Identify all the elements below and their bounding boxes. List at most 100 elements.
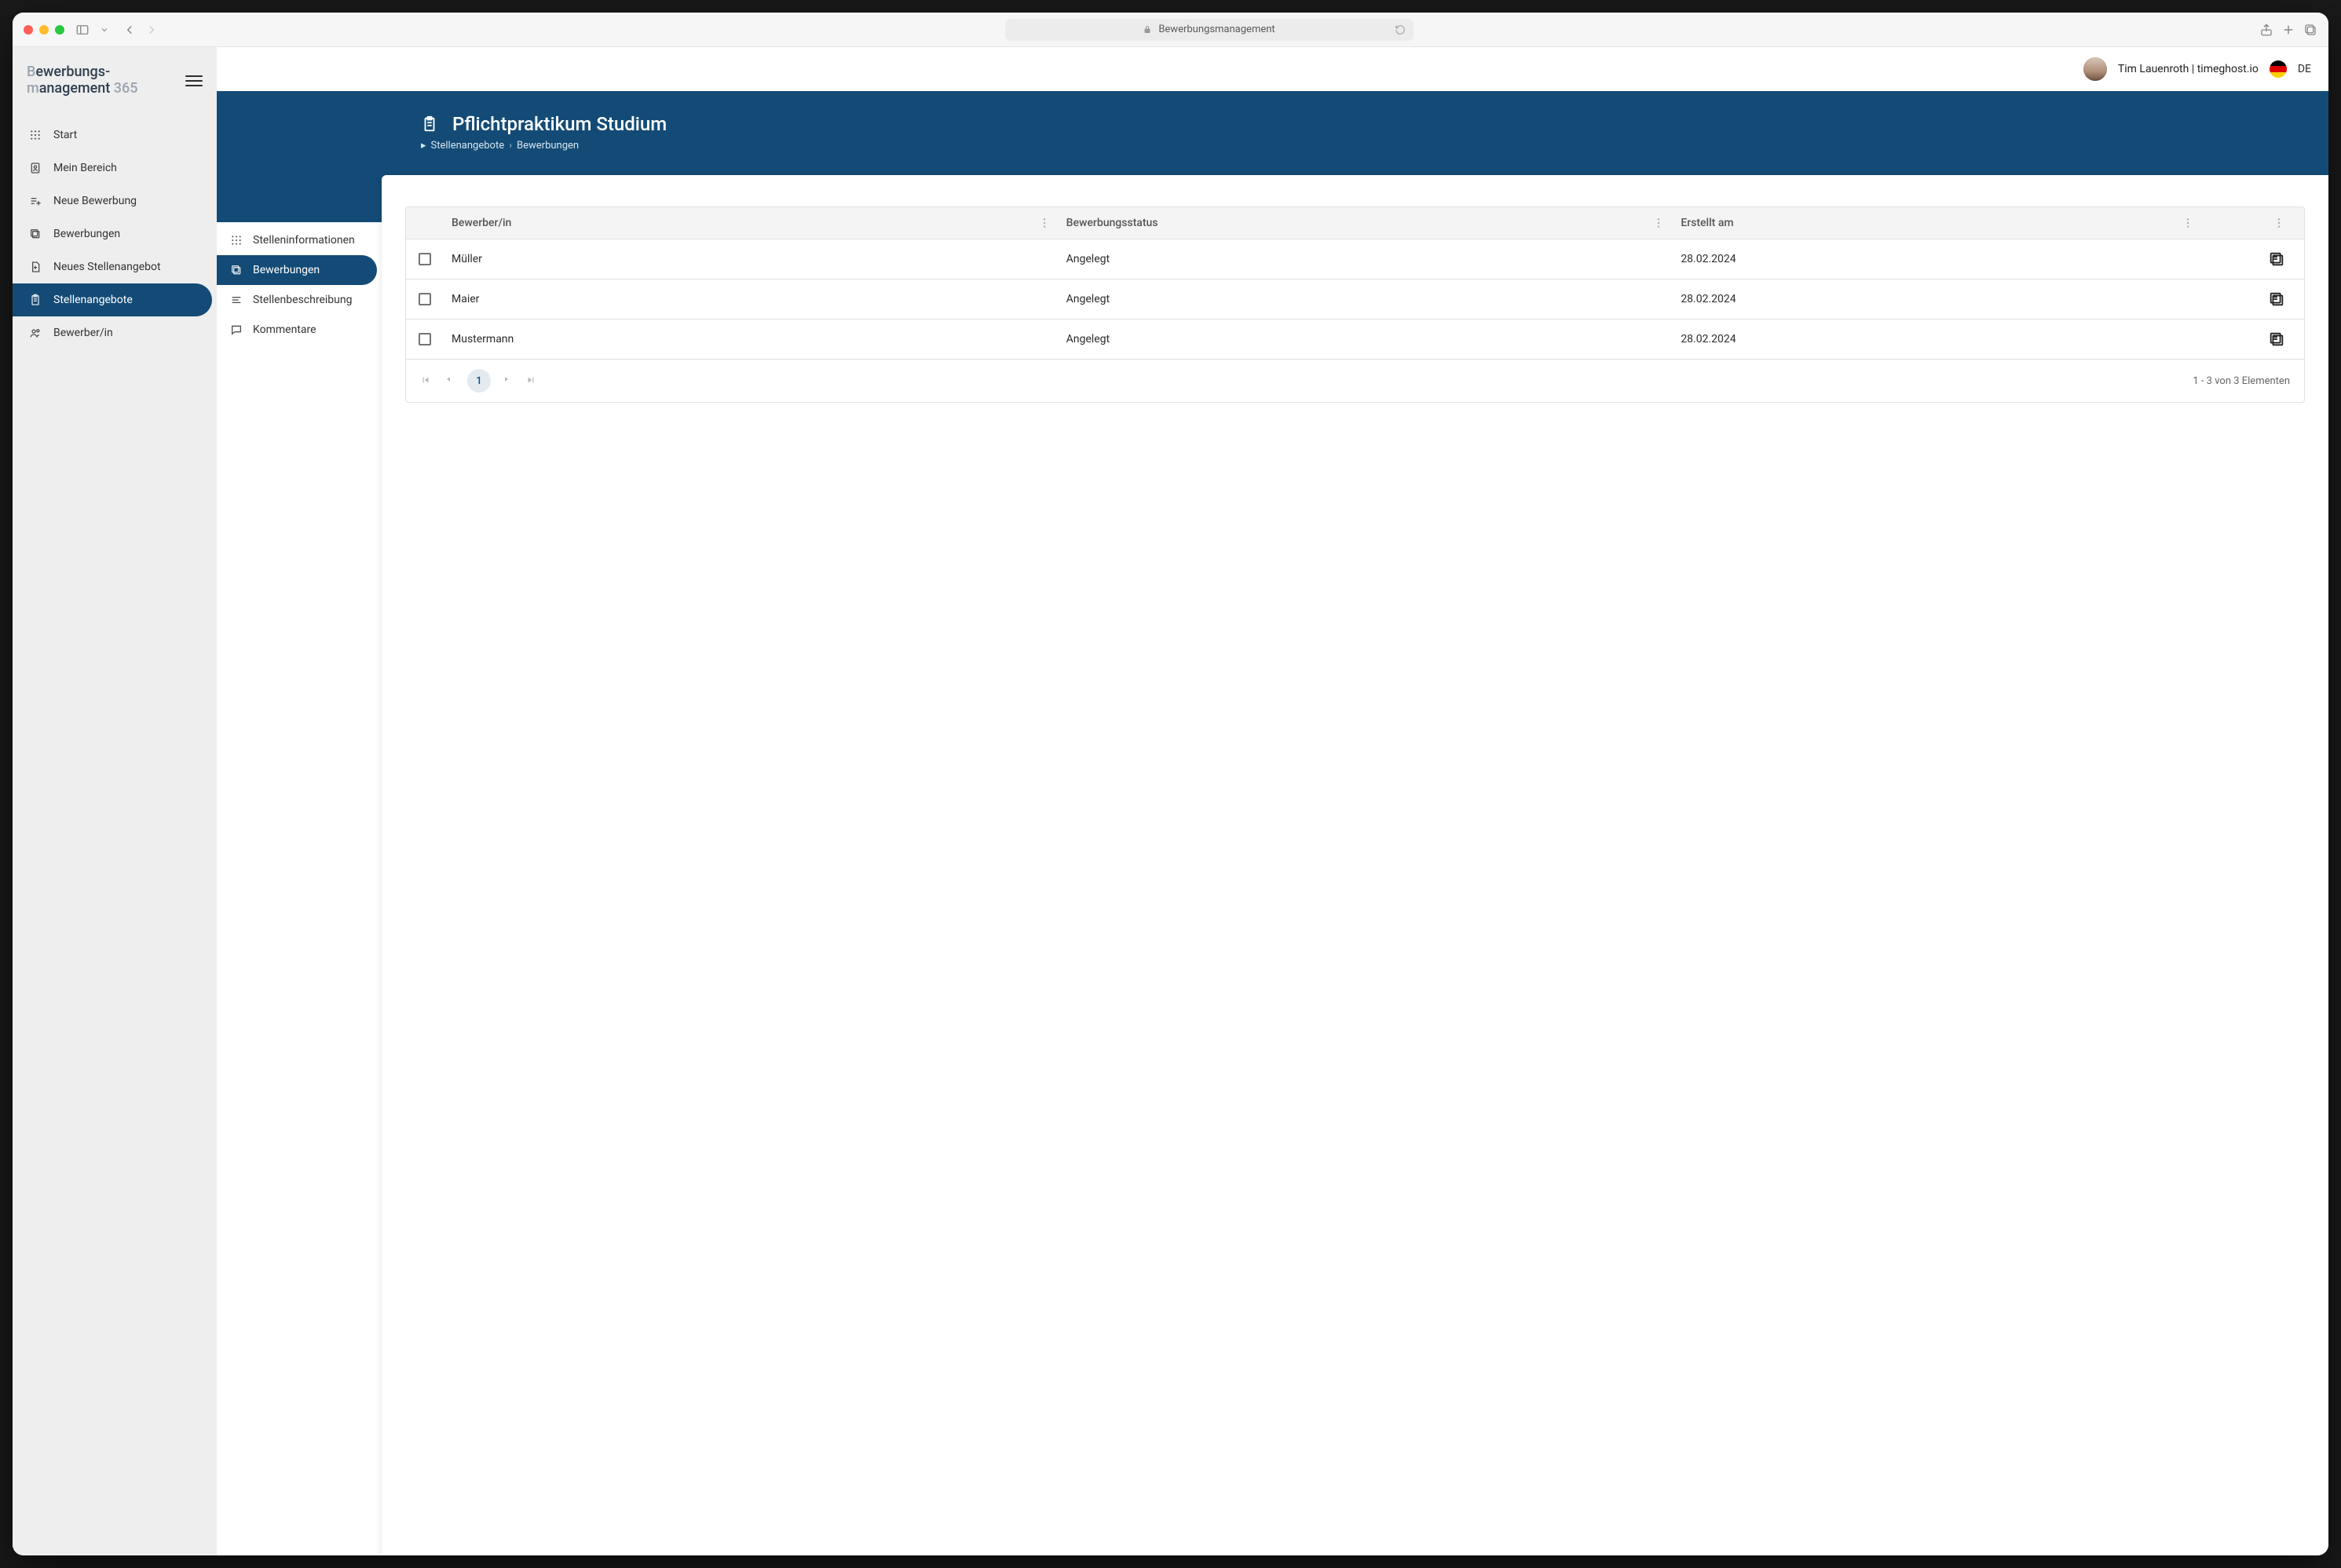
row-checkbox[interactable]: [419, 293, 431, 305]
locale-flag-icon[interactable]: [2270, 60, 2287, 78]
subnav-item-label: Bewerbungen: [253, 264, 320, 276]
forward-button[interactable]: [144, 23, 159, 37]
pager-summary: 1 - 3 von 3 Elementen: [2193, 375, 2290, 387]
sidebar-item-label: Bewerber/in: [53, 327, 113, 339]
menu-toggle-button[interactable]: [185, 72, 203, 90]
chevron-down-icon[interactable]: [97, 23, 112, 37]
page-title: Pflichtpraktikum Studium: [452, 113, 667, 135]
content-row: Stelleninformationen Bewerbungen Stellen…: [217, 175, 2328, 1555]
cell-name: Maier: [444, 282, 1059, 316]
chevron-right-icon: ▸: [421, 140, 426, 152]
column-header-status[interactable]: Bewerbungsstatus: [1059, 207, 1673, 239]
brand: Bewerbungs- management 365: [13, 57, 217, 119]
cell-name: Mustermann: [444, 322, 1059, 356]
table-header: Bewerber/in Bewerbungsstatus Erstellt am: [406, 207, 2304, 239]
table-row[interactable]: Müller Angelegt 28.02.2024: [406, 239, 2304, 279]
row-checkbox[interactable]: [419, 253, 431, 265]
clipboard-icon: [421, 115, 438, 133]
comment-icon: [229, 323, 243, 337]
main: Tim Lauenroth | timeghost.io DE Pflichtp…: [217, 47, 2328, 1555]
sidebar: Bewerbungs- management 365 Start Mein Be…: [13, 47, 217, 1555]
breadcrumb-item[interactable]: Stellenangebote: [431, 140, 505, 152]
more-vert-icon[interactable]: [1038, 217, 1051, 229]
clipboard-icon: [28, 293, 42, 307]
url-text: Bewerbungsmanagement: [1158, 24, 1275, 35]
stack-icon: [229, 263, 243, 277]
sidebar-item-bewerbungen[interactable]: Bewerbungen: [13, 217, 217, 250]
lines-icon: [229, 293, 243, 307]
maximize-window-button[interactable]: [55, 25, 64, 35]
subnav: Stelleninformationen Bewerbungen Stellen…: [217, 175, 382, 1555]
sidebar-toggle-icon[interactable]: [75, 23, 90, 37]
open-details-icon[interactable]: [2268, 331, 2285, 348]
sidebar-item-label: Start: [53, 129, 77, 141]
subnav-item-stellenbeschreibung[interactable]: Stellenbeschreibung: [217, 285, 377, 315]
sidebar-item-label: Neue Bewerbung: [53, 195, 137, 207]
titlebar: Bewerbungsmanagement: [13, 13, 2328, 47]
open-details-icon[interactable]: [2268, 291, 2285, 308]
column-header-actions: [2202, 207, 2304, 239]
app-root: Bewerbungs- management 365 Start Mein Be…: [13, 47, 2328, 1555]
lock-icon: [1143, 25, 1152, 35]
open-details-icon[interactable]: [2268, 250, 2285, 268]
more-vert-icon[interactable]: [1652, 217, 1665, 229]
browser-window: Bewerbungsmanagement Bewerbungs-: [13, 13, 2328, 1555]
pager-last-button[interactable]: [525, 375, 538, 387]
cell-date: 28.02.2024: [1673, 242, 2202, 276]
column-header-date[interactable]: Erstellt am: [1673, 207, 2202, 239]
window-controls: [24, 25, 64, 35]
column-header-name[interactable]: Bewerber/in: [444, 207, 1059, 239]
table-row[interactable]: Mustermann Angelegt 28.02.2024: [406, 319, 2304, 359]
close-window-button[interactable]: [24, 25, 33, 35]
sidebar-item-label: Mein Bereich: [53, 162, 117, 174]
more-vert-icon[interactable]: [2182, 217, 2194, 229]
locale-code[interactable]: DE: [2298, 63, 2311, 75]
pager-prev-button[interactable]: [444, 375, 456, 387]
grid-icon: [28, 128, 42, 142]
back-button[interactable]: [123, 23, 137, 37]
pager: 1 1 - 3 von 3 Elementen: [406, 359, 2304, 402]
subnav-item-kommentare[interactable]: Kommentare: [217, 315, 377, 345]
sidebar-item-mein-bereich[interactable]: Mein Bereich: [13, 152, 217, 185]
sidebar-item-stellenangebote[interactable]: Stellenangebote: [13, 283, 212, 316]
topbar: Tim Lauenroth | timeghost.io DE: [217, 47, 2328, 91]
sidebar-item-neues-stellenangebot[interactable]: Neues Stellenangebot: [13, 250, 217, 283]
subnav-item-label: Stelleninformationen: [253, 234, 355, 247]
sidebar-item-label: Stellenangebote: [53, 294, 133, 306]
reload-icon[interactable]: [1395, 24, 1406, 35]
cell-date: 28.02.2024: [1673, 322, 2202, 356]
subnav-item-bewerbungen[interactable]: Bewerbungen: [217, 255, 377, 285]
subnav-item-label: Kommentare: [253, 323, 316, 336]
more-vert-icon[interactable]: [2273, 217, 2285, 229]
brand-text: Bewerbungs- management 365: [27, 64, 137, 97]
minimize-window-button[interactable]: [39, 25, 49, 35]
cell-status: Angelegt: [1059, 282, 1673, 316]
sidebar-item-label: Bewerbungen: [53, 228, 120, 240]
breadcrumb-item[interactable]: Bewerbungen: [517, 140, 579, 152]
row-checkbox[interactable]: [419, 333, 431, 345]
column-header-checkbox: [406, 207, 444, 239]
badge-icon: [28, 161, 42, 175]
sidebar-item-bewerber[interactable]: Bewerber/in: [13, 316, 217, 349]
share-icon[interactable]: [2259, 23, 2273, 37]
sidebar-item-neue-bewerbung[interactable]: Neue Bewerbung: [13, 185, 217, 217]
chevron-right-icon: ›: [509, 140, 512, 152]
subnav-item-label: Stellenbeschreibung: [253, 294, 352, 306]
sidebar-item-start[interactable]: Start: [13, 119, 217, 152]
cell-name: Müller: [444, 242, 1059, 276]
tabs-overview-icon[interactable]: [2303, 23, 2317, 37]
breadcrumb: ▸ Stellenangebote › Bewerbungen: [421, 140, 2328, 152]
subnav-item-stelleninformationen[interactable]: Stelleninformationen: [217, 225, 377, 255]
avatar[interactable]: [2083, 57, 2107, 81]
new-tab-icon[interactable]: [2281, 23, 2295, 37]
sidebar-item-label: Neues Stellenangebot: [53, 261, 161, 273]
url-bar[interactable]: Bewerbungsmanagement: [1005, 19, 1414, 41]
pager-next-button[interactable]: [502, 375, 514, 387]
grid-icon: [229, 233, 243, 247]
pager-current-page[interactable]: 1: [467, 369, 491, 393]
pager-first-button[interactable]: [420, 375, 433, 387]
cell-status: Angelegt: [1059, 322, 1673, 356]
table-row[interactable]: Maier Angelegt 28.02.2024: [406, 279, 2304, 319]
cell-status: Angelegt: [1059, 242, 1673, 276]
user-label[interactable]: Tim Lauenroth | timeghost.io: [2118, 63, 2259, 75]
